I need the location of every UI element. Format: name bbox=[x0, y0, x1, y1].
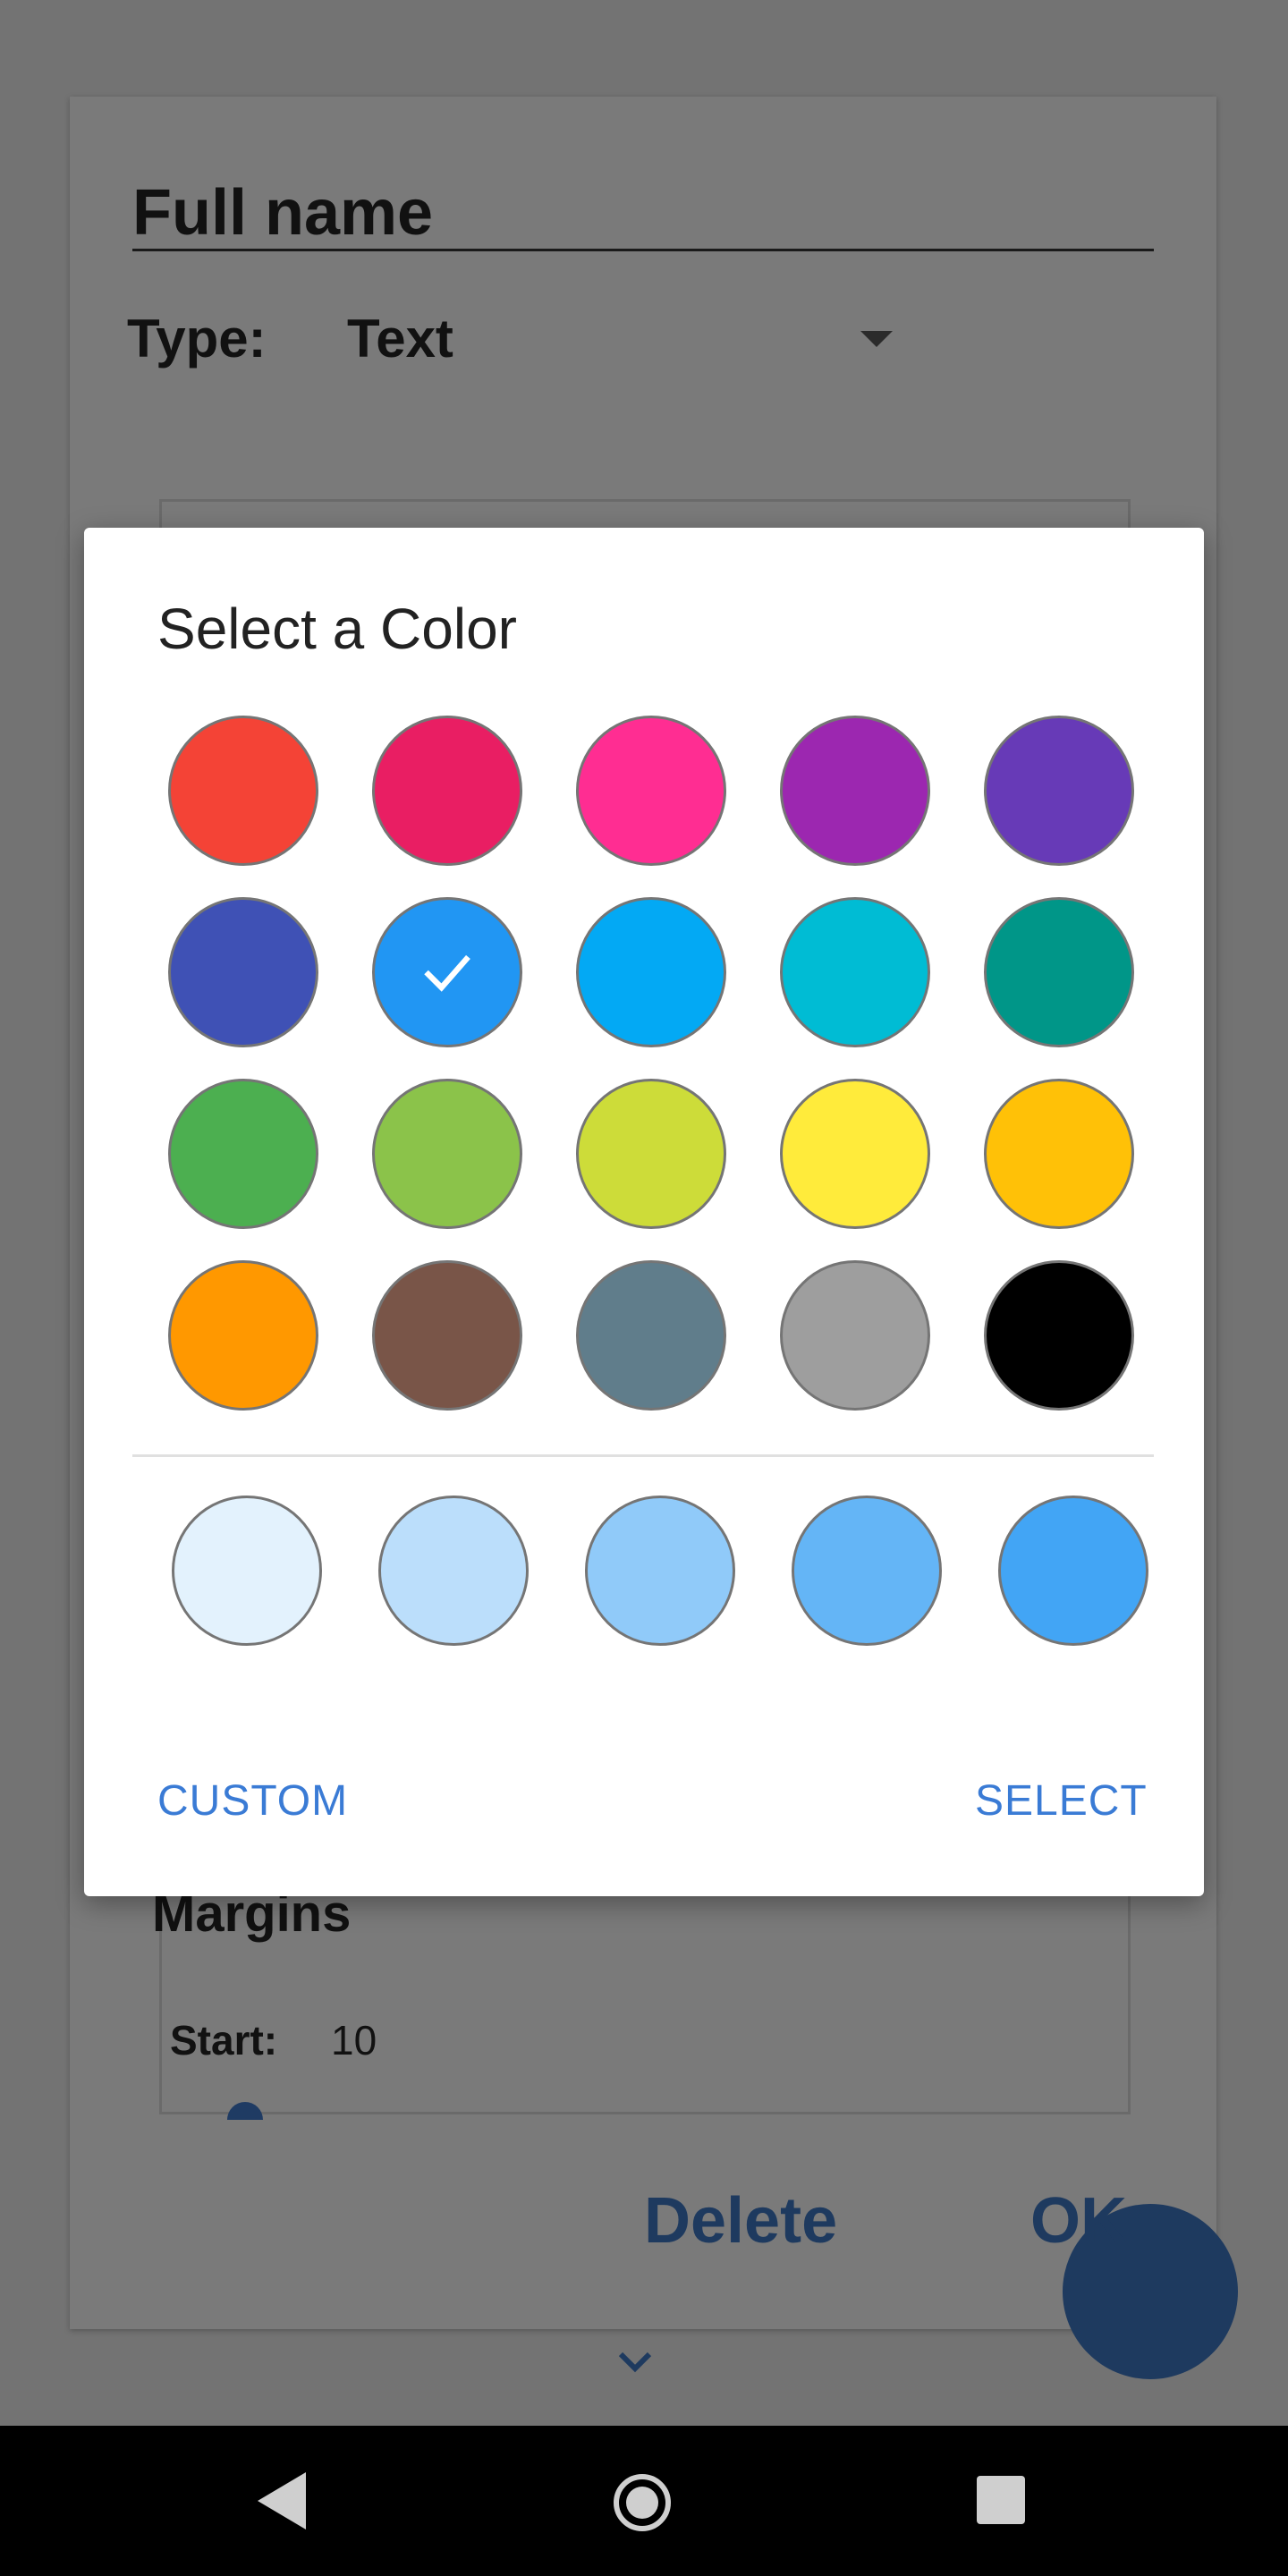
color-swatch[interactable] bbox=[780, 897, 930, 1047]
color-swatch[interactable] bbox=[168, 716, 318, 866]
color-picker-dialog: Select a Color CUSTOM SELECT bbox=[84, 528, 1204, 1896]
color-swatch[interactable] bbox=[984, 1079, 1134, 1229]
recent-apps-icon[interactable] bbox=[977, 2476, 1025, 2524]
shade-swatch[interactable] bbox=[378, 1496, 529, 1646]
color-swatch[interactable] bbox=[984, 897, 1134, 1047]
shade-swatch[interactable] bbox=[792, 1496, 942, 1646]
color-swatch[interactable] bbox=[372, 1260, 522, 1411]
ok-button[interactable]: OK bbox=[1030, 2184, 1127, 2258]
home-icon[interactable] bbox=[614, 2474, 671, 2531]
color-swatch[interactable] bbox=[576, 716, 726, 866]
color-swatch[interactable] bbox=[984, 1260, 1134, 1411]
dialog-title: Select a Color bbox=[157, 597, 517, 661]
start-margin-value: 10 bbox=[331, 2017, 377, 2063]
back-icon[interactable] bbox=[258, 2472, 306, 2529]
start-margin-label: Start: bbox=[170, 2017, 278, 2063]
color-swatch[interactable] bbox=[576, 1079, 726, 1229]
color-swatch[interactable] bbox=[780, 1260, 930, 1411]
color-swatch[interactable] bbox=[984, 716, 1134, 866]
dropdown-arrow-icon[interactable] bbox=[860, 331, 893, 347]
color-swatch[interactable] bbox=[576, 897, 726, 1047]
color-swatch[interactable] bbox=[372, 716, 522, 866]
name-field[interactable]: Full name bbox=[132, 170, 1154, 251]
color-swatch[interactable] bbox=[372, 1079, 522, 1229]
color-swatch[interactable] bbox=[372, 897, 522, 1047]
type-select[interactable]: Text bbox=[347, 308, 453, 369]
color-swatch[interactable] bbox=[168, 1079, 318, 1229]
shade-swatch[interactable] bbox=[585, 1496, 735, 1646]
color-swatch[interactable] bbox=[168, 897, 318, 1047]
color-swatch[interactable] bbox=[168, 1260, 318, 1411]
color-swatch[interactable] bbox=[780, 1079, 930, 1229]
color-swatch[interactable] bbox=[576, 1260, 726, 1411]
chevron-down-icon[interactable] bbox=[617, 2343, 653, 2379]
shade-swatch[interactable] bbox=[998, 1496, 1148, 1646]
select-button[interactable]: SELECT bbox=[975, 1776, 1148, 1826]
system-nav-bar bbox=[0, 2426, 1288, 2576]
color-swatch[interactable] bbox=[780, 716, 930, 866]
type-label: Type: bbox=[127, 309, 267, 369]
check-icon bbox=[424, 954, 470, 992]
custom-button[interactable]: CUSTOM bbox=[157, 1776, 348, 1826]
divider bbox=[132, 1454, 1154, 1457]
delete-button[interactable]: Delete bbox=[644, 2184, 837, 2258]
shade-swatch[interactable] bbox=[172, 1496, 322, 1646]
